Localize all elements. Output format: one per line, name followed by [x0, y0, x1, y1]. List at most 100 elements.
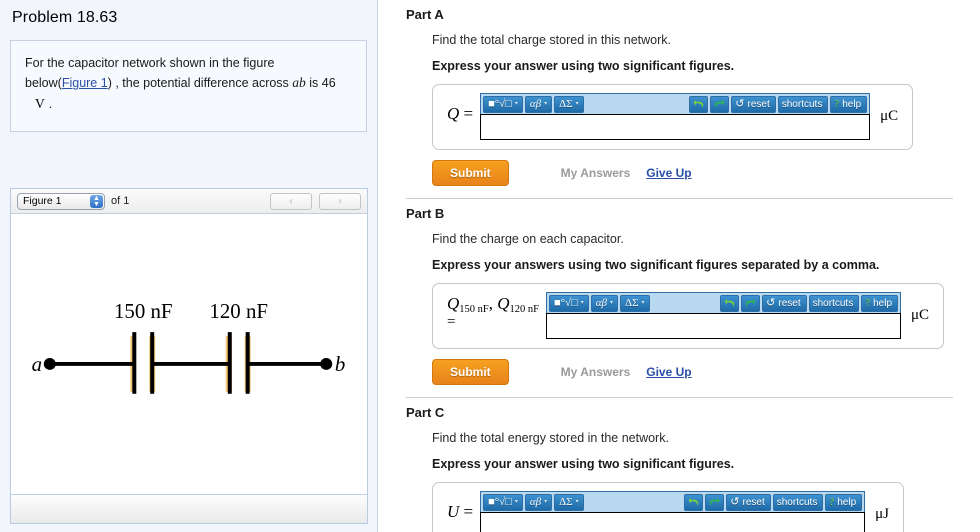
part-a-my-answers-link[interactable]: My Answers [561, 166, 631, 180]
reset-button[interactable]: ↺ reset [726, 493, 771, 511]
part-a-give-up-link[interactable]: Give Up [646, 166, 691, 180]
left-panel: Problem 18.63 For the capacitor network … [0, 0, 378, 532]
statement-line-1: For the capacitor network shown in the f… [25, 56, 275, 70]
part-b-answer-input[interactable] [546, 313, 901, 339]
part-c-instruction: Express your answer using two significan… [432, 457, 735, 471]
part-a-equals: = [459, 104, 474, 123]
template-menu-button[interactable]: ■°√□ ▾ [483, 95, 523, 113]
redo-button[interactable] [705, 493, 725, 511]
part-c-mathfield: ■°√□ ▾ αβ ▾ ΔΣ ▾ ↺ reset shortcuts ? hel… [480, 491, 866, 532]
chevron-down-icon: ▾ [544, 498, 548, 505]
reset-button[interactable]: ↺ reset [731, 95, 776, 113]
undo-icon [724, 299, 735, 307]
part-c-question: Find the total energy stored in the netw… [432, 431, 669, 445]
statement-unit: V [35, 96, 45, 112]
part-b-answer-label: Q150 nF, Q120 nF = [444, 292, 546, 331]
part-b-sub-1: 150 nF [459, 304, 489, 315]
question-mark-icon: ? [829, 495, 835, 508]
question-mark-icon: ? [865, 296, 871, 309]
help-button[interactable]: ? help [825, 493, 863, 511]
redo-icon [745, 299, 756, 307]
greek-menu-button[interactable]: αβ ▾ [590, 294, 619, 312]
part-a-body: Find the total charge stored in this net… [379, 22, 980, 186]
chevron-down-icon: ▾ [514, 100, 518, 107]
figure-select-value: Figure 1 [23, 194, 62, 207]
part-a-question: Find the total charge stored in this net… [432, 33, 672, 47]
redo-icon [710, 498, 720, 506]
figure-prev-button[interactable]: ‹ [270, 192, 312, 210]
greek-menu-button[interactable]: αβ ▾ [524, 95, 553, 113]
part-a-unit: μC [880, 108, 899, 124]
part-a-mathfield: ■°√□ ▾ αβ ▾ ΔΣ ▾ ↺ reset shortcuts ? hel… [480, 93, 871, 140]
right-panel: Part A Find the total charge stored in t… [379, 0, 980, 532]
capacitor-circuit-diagram: a b 150 nF 120 nF [32, 299, 345, 394]
chevron-down-icon: ▾ [514, 498, 518, 505]
cap1-left-plate [132, 332, 137, 394]
part-a: Part A Find the total charge stored in t… [379, 0, 980, 186]
part-b-symbol-2: Q [497, 294, 510, 313]
part-a-answer-label: Q = [444, 93, 480, 124]
undo-button[interactable] [684, 493, 704, 511]
part-a-answer-input[interactable] [480, 114, 871, 140]
statement-period: . [48, 97, 53, 112]
part-c-heading: Part C [406, 405, 445, 420]
statement-is-text: is 46 [305, 76, 336, 91]
part-c-equals: = [459, 502, 474, 521]
part-b-submit-button[interactable]: Submit [432, 359, 509, 385]
symbols-menu-button[interactable]: ΔΣ ▾ [554, 95, 584, 113]
reset-icon: ↺ [730, 495, 740, 508]
symbols-menu-button[interactable]: ΔΣ ▾ [554, 493, 584, 511]
label-cap2-value: 120 nF [209, 299, 268, 323]
part-b-comma: , [488, 294, 498, 313]
symbols-menu-button[interactable]: ΔΣ ▾ [620, 294, 650, 312]
part-b-submit-row: Submit My Answers Give Up [432, 359, 968, 385]
undo-button[interactable] [689, 95, 709, 113]
label-cap1-value: 150 nF [114, 299, 173, 323]
undo-button[interactable] [720, 294, 740, 312]
part-b-sub-2: 120 nF [509, 304, 539, 315]
chevron-down-icon: ▾ [575, 498, 579, 505]
figure-panel: Figure 1 ▲ ▼ of 1 ‹ › a b 150 nF 120 nF [10, 188, 368, 524]
part-b: Part B Find the charge on each capacitor… [379, 199, 980, 385]
chevron-down-icon: ▾ [544, 100, 548, 107]
question-mark-icon: ? [834, 97, 840, 110]
part-c-symbol: U [447, 502, 460, 521]
part-a-symbol: Q [447, 104, 460, 123]
chevron-down-icon: ▾ [610, 299, 614, 306]
part-a-submit-button[interactable]: Submit [432, 160, 509, 186]
help-button[interactable]: ? help [830, 95, 868, 113]
shortcuts-button[interactable]: shortcuts [808, 294, 860, 312]
redo-button[interactable] [710, 95, 730, 113]
reset-icon: ↺ [735, 97, 745, 110]
template-menu-button[interactable]: ■°√□ ▾ [483, 493, 523, 511]
chevron-down-icon: ▾ [641, 299, 645, 306]
part-b-give-up-link[interactable]: Give Up [646, 365, 691, 379]
part-c-answer-input[interactable] [480, 512, 866, 532]
part-a-instruction: Express your answer using two significan… [432, 59, 735, 73]
problem-statement: For the capacitor network shown in the f… [10, 40, 367, 133]
part-b-answer-box: Q150 nF, Q120 nF = ■°√□ ▾ αβ ▾ ΔΣ ▾ ↺ re… [432, 283, 945, 349]
label-node-b: b [335, 352, 345, 376]
part-b-question: Find the charge on each capacitor. [432, 232, 624, 246]
template-menu-button[interactable]: ■°√□ ▾ [549, 294, 589, 312]
part-c-answer-label: U = [444, 491, 480, 522]
shortcuts-button[interactable]: shortcuts [772, 493, 824, 511]
part-b-instruction: Express your answers using two significa… [432, 258, 880, 272]
statement-var-ab: ab [292, 75, 306, 91]
reset-button[interactable]: ↺ reset [762, 294, 807, 312]
figure-link[interactable]: Figure 1 [62, 76, 108, 90]
part-a-submit-row: Submit My Answers Give Up [432, 160, 968, 186]
figure-footer-bar [11, 494, 367, 523]
undo-icon [688, 498, 699, 506]
redo-button[interactable] [741, 294, 761, 312]
figure-select[interactable]: Figure 1 ▲ ▼ [17, 192, 105, 210]
part-b-symbol-1: Q [447, 294, 460, 313]
part-c-math-toolbar: ■°√□ ▾ αβ ▾ ΔΣ ▾ ↺ reset shortcuts ? hel… [480, 491, 866, 512]
help-button[interactable]: ? help [861, 294, 898, 312]
part-b-my-answers-link[interactable]: My Answers [561, 365, 631, 379]
figure-next-button[interactable]: › [319, 192, 361, 210]
shortcuts-button[interactable]: shortcuts [777, 95, 829, 113]
chevron-down-icon: ▾ [575, 100, 579, 107]
greek-menu-button[interactable]: αβ ▾ [524, 493, 553, 511]
page-title: Problem 18.63 [12, 9, 118, 26]
